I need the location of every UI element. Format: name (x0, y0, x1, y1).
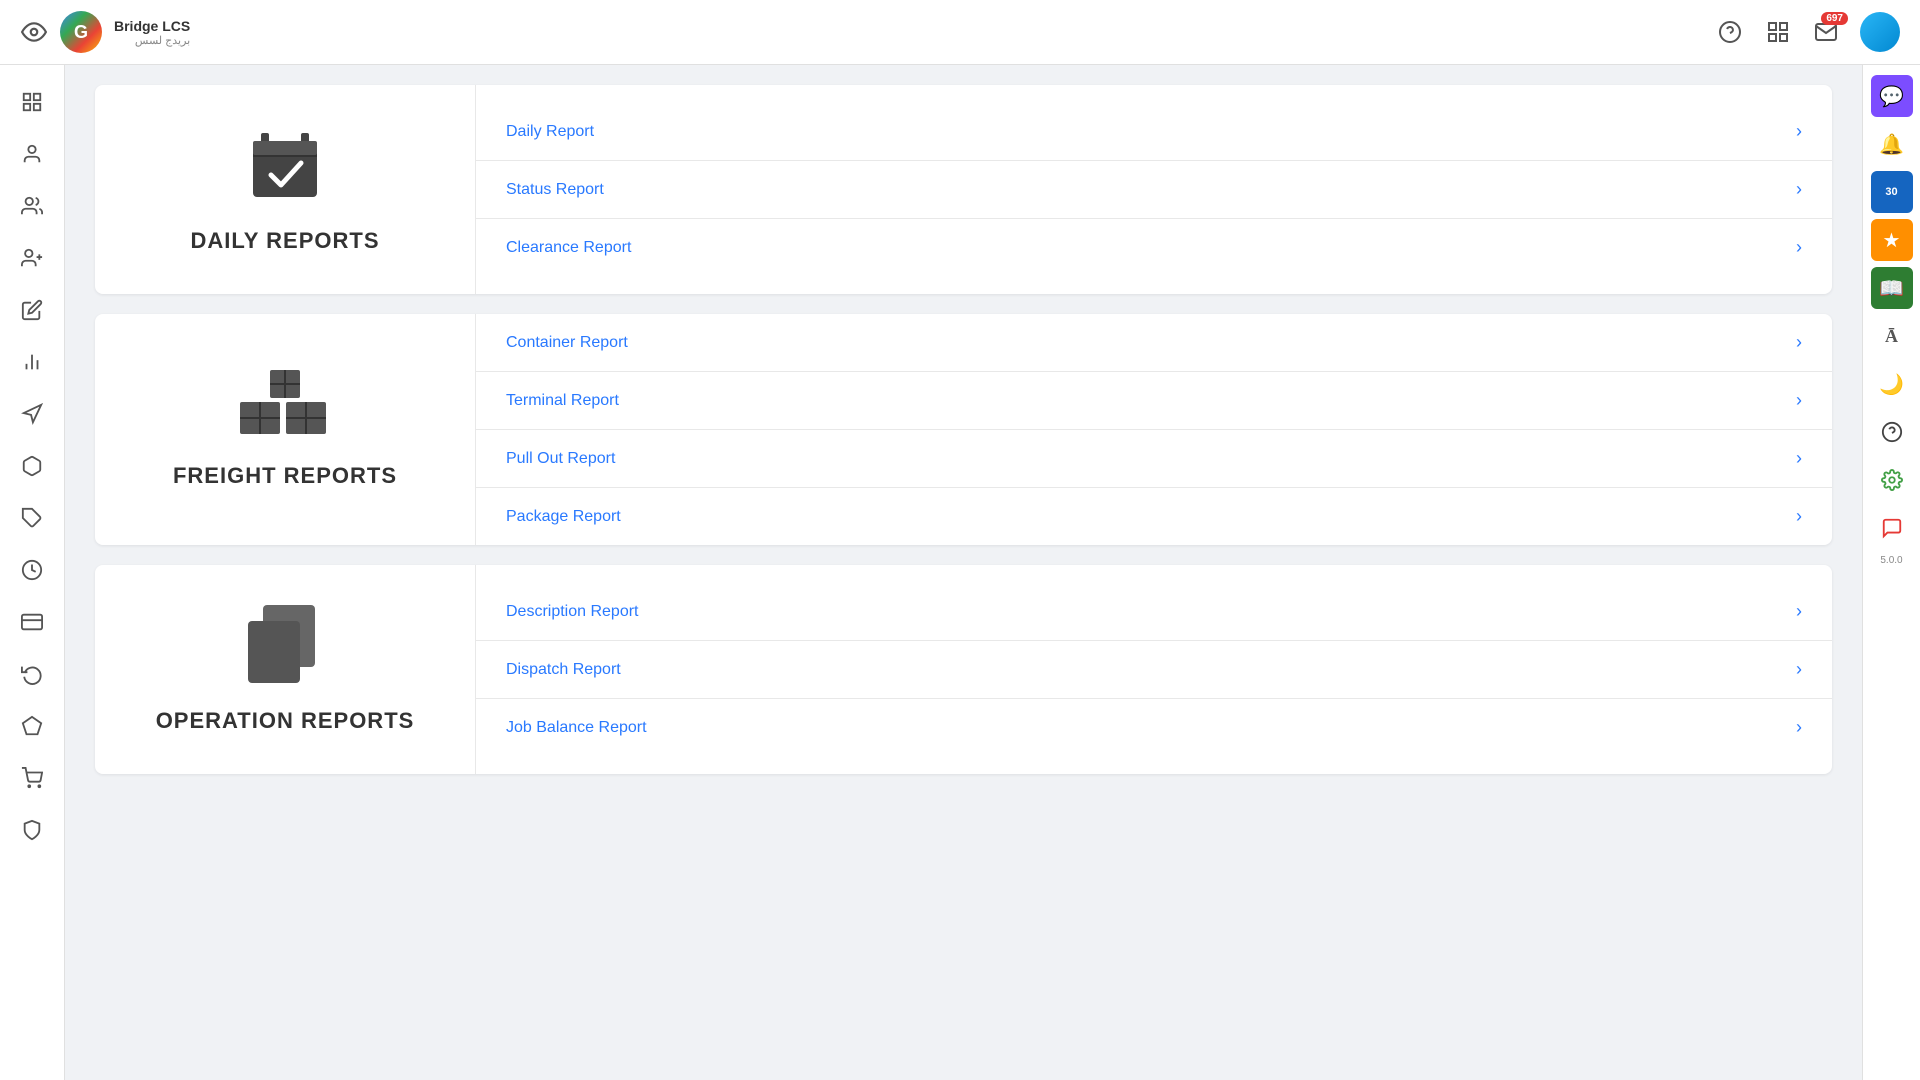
sidebar-item-edit[interactable] (10, 288, 54, 332)
header-right: 697 (1716, 12, 1900, 52)
chevron-right-icon: › (1796, 332, 1802, 353)
pullout-report-item[interactable]: Pull Out Report › (476, 430, 1832, 488)
daily-reports-title: DAILY REPORTS (190, 228, 379, 254)
daily-reports-items: Daily Report › Status Report › Clearance… (475, 85, 1832, 294)
sidebar-item-chart[interactable] (10, 340, 54, 384)
bell-icon[interactable]: 🔔 (1871, 123, 1913, 165)
dispatch-report-item[interactable]: Dispatch Report › (476, 641, 1832, 699)
sidebar-item-cube[interactable] (10, 444, 54, 488)
chevron-right-icon: › (1796, 121, 1802, 142)
right-sidebar: 💬 🔔 30 ★ 📖 Ā 🌙 5.0.0 (1862, 65, 1920, 1080)
clearance-report-label: Clearance Report (506, 239, 631, 257)
main-layout: DAILY REPORTS Daily Report › Status Repo… (0, 65, 1920, 1080)
container-report-item[interactable]: Container Report › (476, 314, 1832, 372)
comment-icon[interactable] (1871, 507, 1913, 549)
settings-icon[interactable] (1871, 459, 1913, 501)
sidebar-item-cart[interactable] (10, 756, 54, 800)
chevron-right-icon: › (1796, 179, 1802, 200)
chevron-right-icon: › (1796, 659, 1802, 680)
version-text: 5.0.0 (1880, 555, 1902, 566)
copy-files-icon (248, 605, 323, 690)
sidebar-item-users[interactable] (10, 184, 54, 228)
sidebar-item-user[interactable] (10, 132, 54, 176)
mail-badge: 697 (1821, 12, 1848, 25)
status-report-label: Status Report (506, 181, 604, 199)
sidebar-item-refresh[interactable] (10, 652, 54, 696)
app-title: Bridge LCS بريدج لسس (114, 18, 190, 47)
chevron-right-icon: › (1796, 390, 1802, 411)
star-icon[interactable]: ★ (1871, 219, 1913, 261)
font-icon[interactable]: Ā (1871, 315, 1913, 357)
freight-reports-left: FREIGHT REPORTS (95, 314, 475, 545)
moon-icon[interactable]: 🌙 (1871, 363, 1913, 405)
sidebar-item-tag[interactable] (10, 496, 54, 540)
freight-reports-title: FREIGHT REPORTS (173, 463, 397, 489)
job-balance-report-item[interactable]: Job Balance Report › (476, 699, 1832, 756)
content-area: DAILY REPORTS Daily Report › Status Repo… (65, 65, 1862, 1080)
left-sidebar (0, 65, 65, 1080)
sidebar-item-location[interactable] (10, 392, 54, 436)
sidebar-item-add-user[interactable] (10, 236, 54, 280)
operation-reports-left: OPERATION REPORTS (95, 565, 475, 774)
calendar-icon[interactable]: 30 (1871, 171, 1913, 213)
terminal-report-label: Terminal Report (506, 392, 619, 410)
boxes-icon (240, 370, 330, 445)
calendar-check-icon (245, 125, 325, 210)
header: G Bridge LCS بريدج لسس 697 (0, 0, 1920, 65)
chevron-right-icon: › (1796, 237, 1802, 258)
operation-reports-title: OPERATION REPORTS (156, 708, 415, 734)
chat-icon[interactable]: 💬 (1871, 75, 1913, 117)
operation-reports-items: Description Report › Dispatch Report › J… (475, 565, 1832, 774)
sidebar-item-shield[interactable] (10, 808, 54, 852)
daily-report-label: Daily Report (506, 123, 594, 141)
job-balance-report-label: Job Balance Report (506, 719, 647, 737)
help-circle-icon[interactable] (1871, 411, 1913, 453)
user-avatar[interactable] (1860, 12, 1900, 52)
eye-icon[interactable] (20, 18, 48, 46)
chevron-right-icon: › (1796, 506, 1802, 527)
daily-reports-section: DAILY REPORTS Daily Report › Status Repo… (95, 85, 1832, 294)
help-icon[interactable] (1716, 18, 1744, 46)
sidebar-item-diamond[interactable] (10, 704, 54, 748)
sidebar-item-clock[interactable] (10, 548, 54, 592)
description-report-label: Description Report (506, 603, 639, 621)
mail-icon[interactable]: 697 (1812, 18, 1840, 46)
header-left: G Bridge LCS بريدج لسس (20, 11, 190, 53)
book-icon[interactable]: 📖 (1871, 267, 1913, 309)
dispatch-report-label: Dispatch Report (506, 661, 621, 679)
pullout-report-label: Pull Out Report (506, 450, 615, 468)
chevron-right-icon: › (1796, 717, 1802, 738)
description-report-item[interactable]: Description Report › (476, 583, 1832, 641)
chevron-right-icon: › (1796, 601, 1802, 622)
sidebar-item-dashboard[interactable] (10, 80, 54, 124)
grid-apps-icon[interactable] (1764, 18, 1792, 46)
sidebar-item-card[interactable] (10, 600, 54, 644)
operation-reports-section: OPERATION REPORTS Description Report › D… (95, 565, 1832, 774)
status-report-item[interactable]: Status Report › (476, 161, 1832, 219)
daily-report-item[interactable]: Daily Report › (476, 103, 1832, 161)
container-report-label: Container Report (506, 334, 628, 352)
package-report-item[interactable]: Package Report › (476, 488, 1832, 545)
daily-reports-left: DAILY REPORTS (95, 85, 475, 294)
app-logo[interactable]: G (60, 11, 102, 53)
package-report-label: Package Report (506, 508, 621, 526)
clearance-report-item[interactable]: Clearance Report › (476, 219, 1832, 276)
chevron-right-icon: › (1796, 448, 1802, 469)
terminal-report-item[interactable]: Terminal Report › (476, 372, 1832, 430)
freight-reports-items: Container Report › Terminal Report › Pul… (475, 314, 1832, 545)
freight-reports-section: FREIGHT REPORTS Container Report › Termi… (95, 314, 1832, 545)
